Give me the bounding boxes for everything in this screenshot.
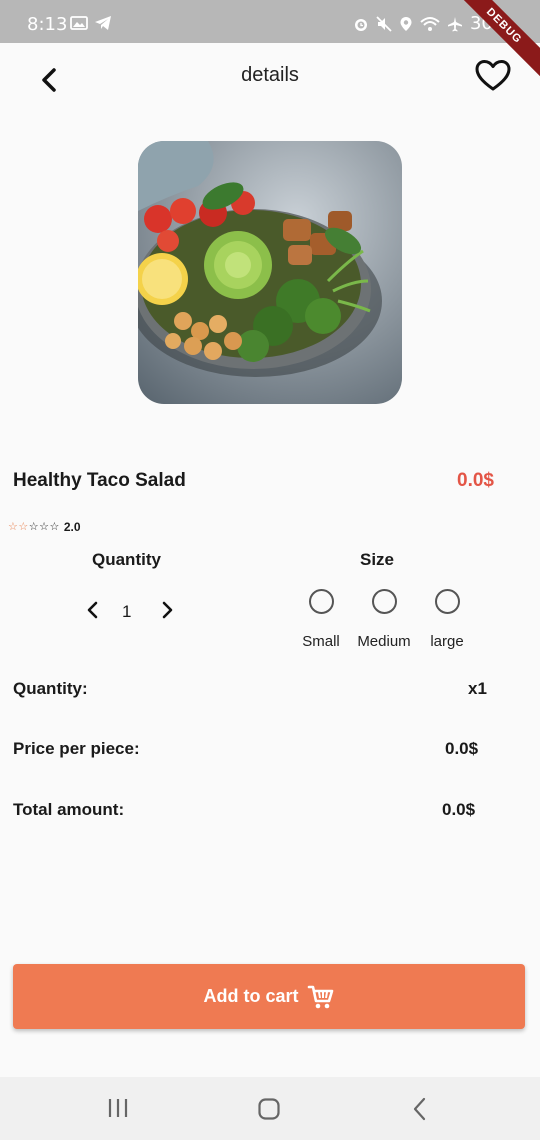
chevron-right-icon [162, 601, 173, 619]
salad-bowl-image [138, 141, 402, 404]
size-radio-medium[interactable] [372, 589, 397, 614]
status-bar: 8:13 30% [0, 0, 540, 43]
size-radio-large[interactable] [435, 589, 460, 614]
quantity-increase-button[interactable] [158, 600, 176, 620]
page-title: details [241, 64, 299, 86]
cart-icon [307, 985, 333, 1008]
telegram-icon [95, 16, 111, 30]
status-notification-icons [70, 15, 112, 31]
star-icon: ☆ [49, 520, 60, 533]
size-radio-small[interactable] [309, 589, 334, 614]
product-price: 0.0$ [457, 470, 494, 491]
summary-price-value: 0.0$ [445, 739, 479, 758]
summary-price-label: Price per piece: [13, 739, 140, 758]
star-icon: ☆ [8, 520, 18, 533]
system-nav-bar [0, 1077, 540, 1140]
chevron-left-icon [87, 601, 98, 619]
mute-icon [376, 15, 392, 32]
home-icon [258, 1098, 280, 1120]
system-back-button[interactable] [410, 1096, 430, 1122]
status-time: 8:13 [27, 14, 68, 35]
recents-icon [108, 1099, 128, 1117]
summary-quantity-label: Quantity: [13, 679, 88, 698]
summary-total-value: 0.0$ [442, 800, 476, 819]
wifi-icon [420, 16, 440, 31]
summary-quantity-value: x1 [468, 679, 487, 698]
back-arrow-icon [413, 1097, 426, 1121]
alarm-icon [354, 18, 367, 31]
heart-outline-icon [475, 60, 511, 91]
add-to-cart-label: Add to cart [203, 986, 299, 1006]
size-label-large: large [430, 633, 464, 650]
star-icon: ☆ [39, 520, 49, 533]
star-icon: ☆ [28, 520, 39, 533]
add-to-cart-button[interactable]: Add to cart [13, 964, 525, 1029]
rating-bar: ☆ ☆ ☆ ☆ ☆ 2.0 [8, 520, 81, 534]
quantity-heading: Quantity [92, 550, 161, 569]
favorite-button[interactable] [474, 58, 512, 94]
recent-apps-button[interactable] [106, 1097, 130, 1119]
image-notification-icon [70, 16, 88, 30]
product-name: Healthy Taco Salad [13, 470, 186, 491]
home-button[interactable] [257, 1097, 281, 1121]
airplane-icon [447, 16, 462, 31]
quantity-decrease-button[interactable] [84, 600, 102, 620]
location-icon [400, 16, 412, 31]
quantity-value: 1 [122, 602, 132, 621]
star-icon: ☆ [18, 520, 29, 533]
summary-total-label: Total amount: [13, 800, 125, 819]
rating-value: 2.0 [63, 520, 81, 534]
size-heading: Size [360, 550, 395, 569]
